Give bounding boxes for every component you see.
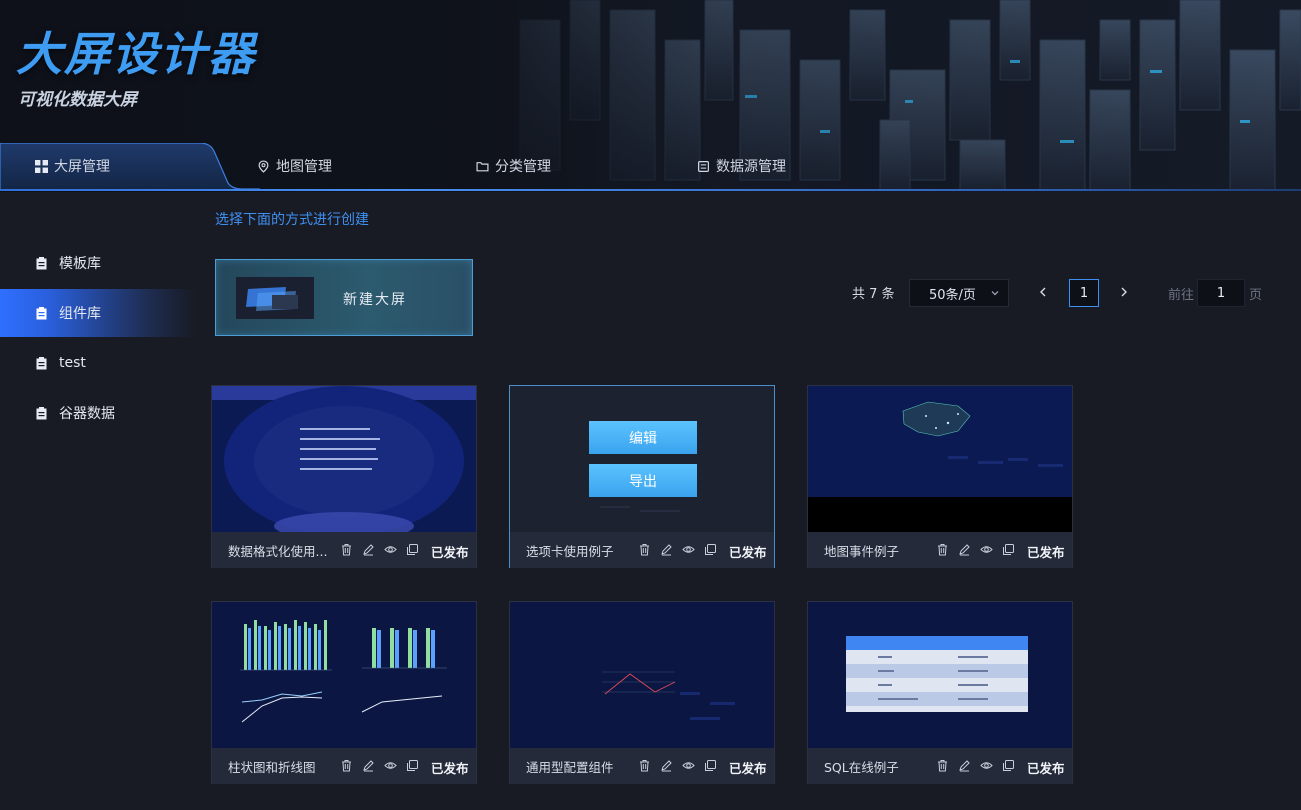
page-size-select[interactable]: 50条/页	[909, 279, 1009, 307]
goto-page-input[interactable]	[1197, 279, 1245, 307]
sidebar-item-test[interactable]: test	[0, 339, 195, 387]
sidebar-item-label: test	[59, 355, 86, 371]
tab-category-management[interactable]: 分类管理	[476, 143, 551, 189]
edit-icon[interactable]	[660, 759, 673, 772]
card-title: 柱状图和折线图	[228, 759, 316, 775]
copy-icon[interactable]	[406, 543, 419, 556]
clipboard-icon	[36, 306, 47, 319]
card-title: 数据格式化使用...	[228, 543, 328, 559]
tab-label: 大屏管理	[54, 159, 110, 175]
card-title: 地图事件例子	[824, 543, 900, 559]
sidebar-item-template-library[interactable]: 模板库	[0, 239, 195, 287]
delete-icon[interactable]	[638, 759, 651, 772]
card-footer: 选项卡使用例子 已发布	[510, 532, 774, 568]
tab-screen-management[interactable]: 大屏管理	[35, 143, 110, 189]
card-footer: SQL在线例子 已发布	[808, 748, 1072, 784]
edit-icon[interactable]	[362, 759, 375, 772]
folder-icon	[476, 161, 489, 171]
delete-icon[interactable]	[936, 543, 949, 556]
status-badge: 已发布	[729, 545, 767, 560]
screen-card[interactable]: SQL在线例子 已发布	[807, 601, 1073, 784]
goto-label: 前往	[1168, 288, 1195, 303]
map-pin-icon	[258, 159, 269, 173]
screen-card[interactable]: 编辑 导出 选项卡使用例子 已发布	[509, 385, 775, 568]
preview-eye-icon[interactable]	[682, 543, 695, 556]
total-count: 共 7 条	[852, 287, 895, 302]
edit-icon[interactable]	[362, 543, 375, 556]
card-thumbnail	[212, 386, 476, 532]
card-thumbnail	[510, 386, 774, 532]
new-screen-button[interactable]: 新建大屏	[215, 259, 473, 336]
header: 大屏设计器 可视化数据大屏 大屏管理 地图管理 分类管理 数据源管理	[0, 0, 1301, 192]
database-icon	[698, 160, 709, 172]
sidebar-item-component-library[interactable]: 组件库	[0, 289, 195, 337]
create-hint: 选择下面的方式进行创建	[215, 212, 369, 228]
status-badge: 已发布	[729, 761, 767, 776]
card-footer: 数据格式化使用... 已发布	[212, 532, 476, 568]
copy-icon[interactable]	[1002, 759, 1015, 772]
app-subtitle: 可视化数据大屏	[18, 90, 137, 110]
tab-label: 分类管理	[495, 159, 551, 175]
screen-card[interactable]: 地图事件例子 已发布	[807, 385, 1073, 568]
copy-icon[interactable]	[704, 759, 717, 772]
tab-label: 数据源管理	[716, 159, 786, 175]
sidebar-item-label: 模板库	[59, 256, 101, 272]
sidebar-item-guqi-data[interactable]: 谷器数据	[0, 389, 195, 437]
card-footer: 柱状图和折线图 已发布	[212, 748, 476, 784]
delete-icon[interactable]	[340, 543, 353, 556]
edit-icon[interactable]	[660, 543, 673, 556]
card-title: SQL在线例子	[824, 759, 899, 775]
status-badge: 已发布	[431, 761, 469, 776]
clipboard-icon	[36, 356, 47, 369]
tab-map-management[interactable]: 地图管理	[257, 143, 332, 189]
new-screen-label: 新建大屏	[343, 292, 407, 308]
screen-card[interactable]: 柱状图和折线图 已发布	[211, 601, 477, 784]
page-size-value: 50条/页	[929, 287, 976, 303]
status-badge: 已发布	[431, 545, 469, 560]
preview-eye-icon[interactable]	[980, 543, 993, 556]
screen-card[interactable]: 数据格式化使用... 已发布	[211, 385, 477, 568]
next-page-icon[interactable]	[1117, 285, 1131, 299]
card-title: 选项卡使用例子	[526, 543, 614, 559]
clipboard-icon	[36, 406, 47, 419]
preview-eye-icon[interactable]	[384, 543, 397, 556]
app-title: 大屏设计器	[16, 27, 256, 81]
page-number-current[interactable]: 1	[1069, 279, 1099, 307]
sidebar-item-label: 谷器数据	[59, 406, 115, 422]
copy-icon[interactable]	[1002, 543, 1015, 556]
chevron-down-icon	[991, 291, 999, 296]
copy-icon[interactable]	[704, 543, 717, 556]
preview-eye-icon[interactable]	[682, 759, 695, 772]
goto-unit: 页	[1249, 288, 1263, 303]
card-footer: 地图事件例子 已发布	[808, 532, 1072, 568]
card-footer: 通用型配置组件 已发布	[510, 748, 774, 784]
card-thumbnail	[808, 386, 1072, 532]
tab-datasource-management[interactable]: 数据源管理	[697, 143, 786, 189]
preview-eye-icon[interactable]	[384, 759, 397, 772]
edit-icon[interactable]	[958, 543, 971, 556]
status-badge: 已发布	[1027, 545, 1065, 560]
screen-card[interactable]: 通用型配置组件 已发布	[509, 601, 775, 784]
clipboard-icon	[36, 256, 47, 269]
tab-label: 地图管理	[276, 159, 332, 175]
prev-page-icon[interactable]	[1036, 285, 1050, 299]
top-nav: 大屏管理 地图管理 分类管理 数据源管理	[0, 143, 1301, 191]
copy-icon[interactable]	[406, 759, 419, 772]
card-thumbnail	[212, 602, 476, 748]
status-badge: 已发布	[1027, 761, 1065, 776]
delete-icon[interactable]	[638, 543, 651, 556]
card-title: 通用型配置组件	[526, 759, 614, 775]
preview-eye-icon[interactable]	[980, 759, 993, 772]
delete-icon[interactable]	[340, 759, 353, 772]
card-thumbnail	[808, 602, 1072, 748]
card-thumbnail	[510, 602, 774, 748]
edit-button[interactable]: 编辑	[589, 421, 697, 454]
export-button[interactable]: 导出	[589, 464, 697, 497]
new-screen-thumbnail	[236, 277, 314, 319]
grid-icon	[35, 159, 48, 173]
edit-icon[interactable]	[958, 759, 971, 772]
sidebar-item-label: 组件库	[59, 306, 101, 322]
delete-icon[interactable]	[936, 759, 949, 772]
